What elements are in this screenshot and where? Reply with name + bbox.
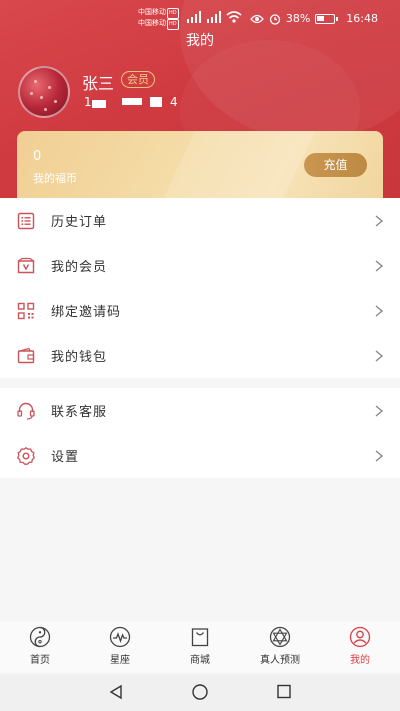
signal-icon-2 xyxy=(207,11,221,23)
tab-label: 我的 xyxy=(350,655,370,666)
tab-label: 商城 xyxy=(190,655,210,666)
menu-item-order-history[interactable]: 历史订单 xyxy=(0,198,400,243)
back-icon[interactable] xyxy=(108,684,124,700)
system-nav-bar xyxy=(0,674,400,711)
tab-mine[interactable]: 我的 xyxy=(320,622,400,672)
user-icon xyxy=(349,626,371,648)
bottom-tab-bar: 首页 星座 商城 真人预测 我的 xyxy=(0,622,400,672)
page-title: 我的 xyxy=(186,33,214,49)
menu-item-label: 我的会员 xyxy=(51,260,108,275)
chevron-right-icon xyxy=(375,449,384,462)
chevron-right-icon xyxy=(375,259,384,272)
recharge-button[interactable]: 充值 xyxy=(304,153,367,177)
tab-label: 真人预测 xyxy=(260,655,300,666)
wifi-icon xyxy=(226,11,242,23)
pulse-icon xyxy=(109,626,131,648)
menu-item-customer-service[interactable]: 联系客服 xyxy=(0,388,400,433)
gear-icon xyxy=(17,446,35,465)
menu-primary: 历史订单 我的会员 绑定邀请码 我的钱包 xyxy=(0,198,400,378)
member-card-icon xyxy=(17,257,35,273)
headset-icon xyxy=(17,402,35,420)
menu-secondary: 联系客服 设置 xyxy=(0,388,400,478)
tab-constellation[interactable]: 星座 xyxy=(80,622,160,672)
wallet-icon xyxy=(17,347,35,363)
menu-item-label: 联系客服 xyxy=(51,405,108,420)
menu-item-label: 历史订单 xyxy=(51,215,108,230)
chevron-right-icon xyxy=(375,214,384,227)
menu-item-bind-invite-code[interactable]: 绑定邀请码 xyxy=(0,288,400,333)
menu-item-label: 设置 xyxy=(51,450,80,465)
tab-shop[interactable]: 商城 xyxy=(160,622,240,672)
clock: 16:48 xyxy=(346,12,378,25)
carrier-info: 中国移动 HD 中国移动 HD xyxy=(138,8,179,30)
chevron-right-icon xyxy=(375,304,384,317)
coin-balance: 0 xyxy=(33,149,42,164)
avatar[interactable] xyxy=(18,66,70,118)
member-badge: 会员 xyxy=(121,71,155,88)
yin-yang-icon xyxy=(29,626,51,648)
coin-label: 我的福币 xyxy=(33,172,77,185)
shopping-bag-icon xyxy=(191,628,209,647)
battery-icon xyxy=(315,13,339,24)
tab-label: 星座 xyxy=(110,655,130,666)
menu-item-label: 我的钱包 xyxy=(51,350,108,365)
menu-item-my-wallet[interactable]: 我的钱包 xyxy=(0,333,400,378)
chevron-right-icon xyxy=(375,404,384,417)
menu-item-settings[interactable]: 设置 xyxy=(0,433,400,478)
tab-home[interactable]: 首页 xyxy=(0,622,80,672)
menu-item-my-membership[interactable]: 我的会员 xyxy=(0,243,400,288)
battery-percent: 38% xyxy=(285,12,311,25)
alarm-icon xyxy=(269,13,280,25)
phone-number: 1 4 xyxy=(84,95,179,109)
hexagram-icon xyxy=(269,626,291,648)
tab-live-prediction[interactable]: 真人预测 xyxy=(240,622,320,672)
recents-icon[interactable] xyxy=(276,684,292,700)
eye-icon xyxy=(249,14,264,23)
chevron-right-icon xyxy=(375,349,384,362)
signal-icon xyxy=(187,11,201,23)
username: 张三 xyxy=(82,74,115,93)
order-list-icon xyxy=(17,212,35,229)
qr-code-icon xyxy=(17,302,35,319)
tab-label: 首页 xyxy=(30,655,50,666)
status-bar: 中国移动 HD 中国移动 HD 38% 16:48 xyxy=(0,6,400,32)
menu-item-label: 绑定邀请码 xyxy=(51,305,122,320)
home-icon[interactable] xyxy=(191,684,209,702)
